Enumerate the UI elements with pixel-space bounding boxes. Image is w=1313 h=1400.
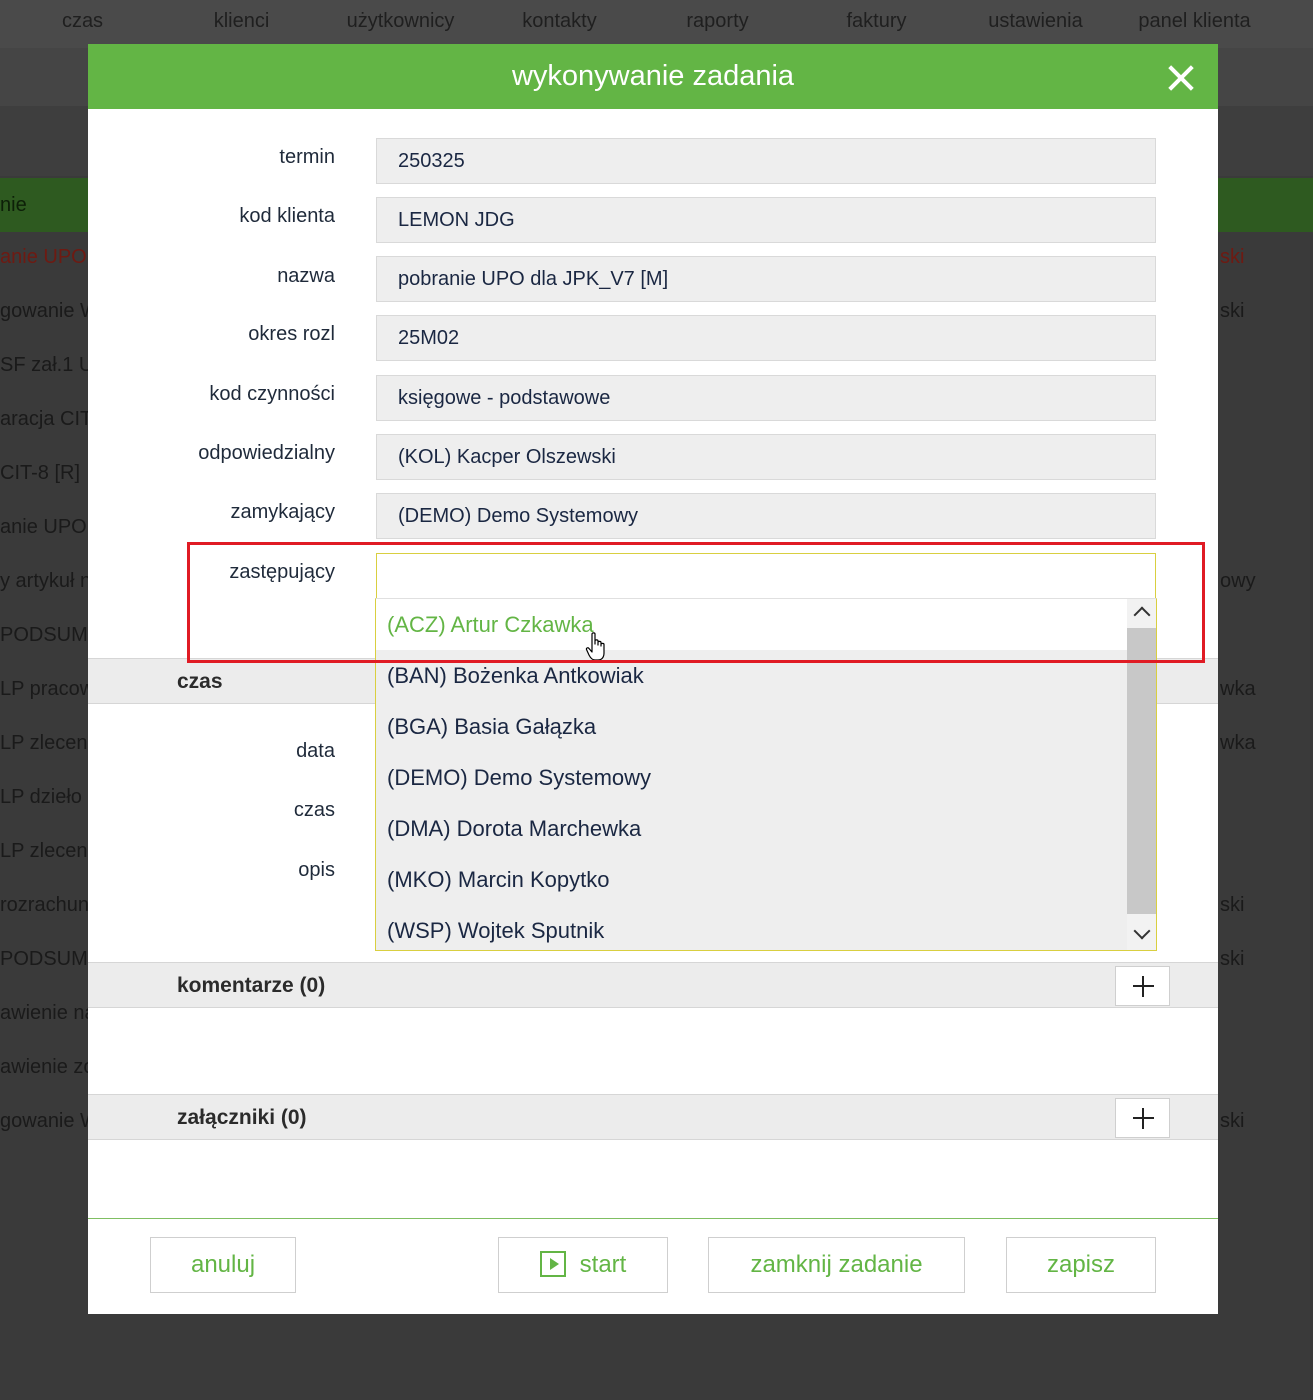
background-row-text: anie UPO xyxy=(0,246,87,268)
background-row-text: aracja CIT xyxy=(0,408,93,430)
scroll-thumb[interactable] xyxy=(1127,628,1156,914)
save-button-label: zapisz xyxy=(1046,1251,1116,1278)
label-zamykajacy: zamykający xyxy=(230,501,335,523)
add-attachment-button[interactable] xyxy=(1115,1098,1170,1138)
background-row-right-text: wka xyxy=(1220,678,1256,700)
background-row-text: rozrachun xyxy=(0,894,89,916)
dropdown-option[interactable]: (WSP) Wojtek Sputnik xyxy=(376,905,1127,950)
label-odpowiedzialny: odpowiedzialny xyxy=(198,442,335,464)
label-termin: termin xyxy=(279,146,335,168)
dropdown-option[interactable]: (BGA) Basia Gałązka xyxy=(376,701,1127,752)
background-row-text: SF zał.1 U xyxy=(0,354,94,376)
field-kod-klienta[interactable]: LEMON JDG xyxy=(376,197,1156,243)
modal-header: wykonywanie zadania xyxy=(88,44,1218,109)
field-zamykajacy[interactable]: (DEMO) Demo Systemowy xyxy=(376,493,1156,539)
cancel-button-label: anuluj xyxy=(190,1251,256,1278)
section-zalaczniki-title: załączniki (0) xyxy=(177,1106,307,1129)
background-row-text: gowanie W xyxy=(0,1110,99,1132)
label-nazwa: nazwa xyxy=(277,265,335,287)
section-komentarze: komentarze (0) xyxy=(88,962,1218,1008)
start-button-label: start xyxy=(579,1251,627,1278)
field-termin[interactable]: 250325 xyxy=(376,138,1156,184)
background-row-right-text: owy xyxy=(1220,570,1256,592)
background-row-text: LP pracow xyxy=(0,678,95,700)
field-kod-czynnosci[interactable]: księgowe - podstawowe xyxy=(376,375,1156,421)
background-row-text: anie UPO xyxy=(0,516,87,538)
label-data: data xyxy=(296,740,335,762)
close-task-button[interactable]: zamknij zadanie xyxy=(708,1237,965,1293)
field-okres-rozl[interactable]: 25M02 xyxy=(376,315,1156,361)
background-row-right-text: wka xyxy=(1220,732,1256,754)
background-row-right-text: ski xyxy=(1220,300,1245,322)
background-row-right-text: ski xyxy=(1220,246,1245,268)
background-row-text: gowanie W xyxy=(0,300,99,322)
nav-item-panel-klienta[interactable]: panel klienta xyxy=(1115,10,1274,33)
nav-item-uzytkownicy[interactable]: użytkownicy xyxy=(321,10,480,33)
section-zalaczniki: załączniki (0) xyxy=(88,1094,1218,1140)
nav-item-faktury[interactable]: faktury xyxy=(797,10,956,33)
close-task-button-label: zamknij zadanie xyxy=(750,1251,923,1278)
nav-item-ustawienia[interactable]: ustawienia xyxy=(956,10,1115,33)
cancel-button[interactable]: anuluj xyxy=(150,1237,296,1293)
background-row-right-text: ski xyxy=(1220,894,1245,916)
label-kod-klienta: kod klienta xyxy=(239,205,335,227)
nav-item-klienci[interactable]: klienci xyxy=(162,10,321,33)
nav-item-kontakty[interactable]: kontakty xyxy=(480,10,639,33)
label-opis: opis xyxy=(298,859,335,881)
dropdown-option[interactable]: (DMA) Dorota Marchewka xyxy=(376,803,1127,854)
close-icon[interactable] xyxy=(1167,64,1195,92)
background-row-text: LP dzieło xyxy=(0,786,82,808)
background-row-text: y artykuł n xyxy=(0,570,92,592)
top-navigation: czas klienci użytkownicy kontakty raport… xyxy=(0,0,1313,48)
footer-divider xyxy=(88,1218,1218,1219)
background-row-text: awienie na xyxy=(0,1002,96,1024)
background-row-text: awienie zo xyxy=(0,1056,95,1078)
section-czas-title: czas xyxy=(177,670,223,693)
label-okres-rozl: okres rozl xyxy=(248,323,335,345)
scroll-down-icon[interactable] xyxy=(1133,922,1151,940)
label-czas: czas xyxy=(293,799,335,821)
background-header-text: nie xyxy=(0,194,27,216)
highlight-annotation-box xyxy=(187,542,1205,663)
dropdown-option[interactable]: (DEMO) Demo Systemowy xyxy=(376,752,1127,803)
background-row-text: LP zlecen xyxy=(0,732,88,754)
label-kod-czynnosci: kod czynności xyxy=(209,383,335,405)
background-row-text: CIT-8 [R] xyxy=(0,462,81,484)
background-row-text: LP zlecen xyxy=(0,840,88,862)
start-button[interactable]: start xyxy=(498,1237,668,1293)
modal-title: wykonywanie zadania xyxy=(511,60,795,92)
add-comment-button[interactable] xyxy=(1115,966,1170,1006)
nav-item-czas[interactable]: czas xyxy=(3,10,162,33)
background-row-right-text: ski xyxy=(1220,1110,1245,1132)
nav-item-raporty[interactable]: raporty xyxy=(638,10,797,33)
field-nazwa[interactable]: pobranie UPO dla JPK_V7 [M] xyxy=(376,256,1156,302)
dropdown-option[interactable]: (MKO) Marcin Kopytko xyxy=(376,854,1127,905)
section-komentarze-title: komentarze (0) xyxy=(177,974,326,997)
background-row-right-text: ski xyxy=(1220,948,1245,970)
play-icon xyxy=(539,1250,566,1277)
field-odpowiedzialny[interactable]: (KOL) Kacper Olszewski xyxy=(376,434,1156,480)
save-button[interactable]: zapisz xyxy=(1006,1237,1156,1293)
